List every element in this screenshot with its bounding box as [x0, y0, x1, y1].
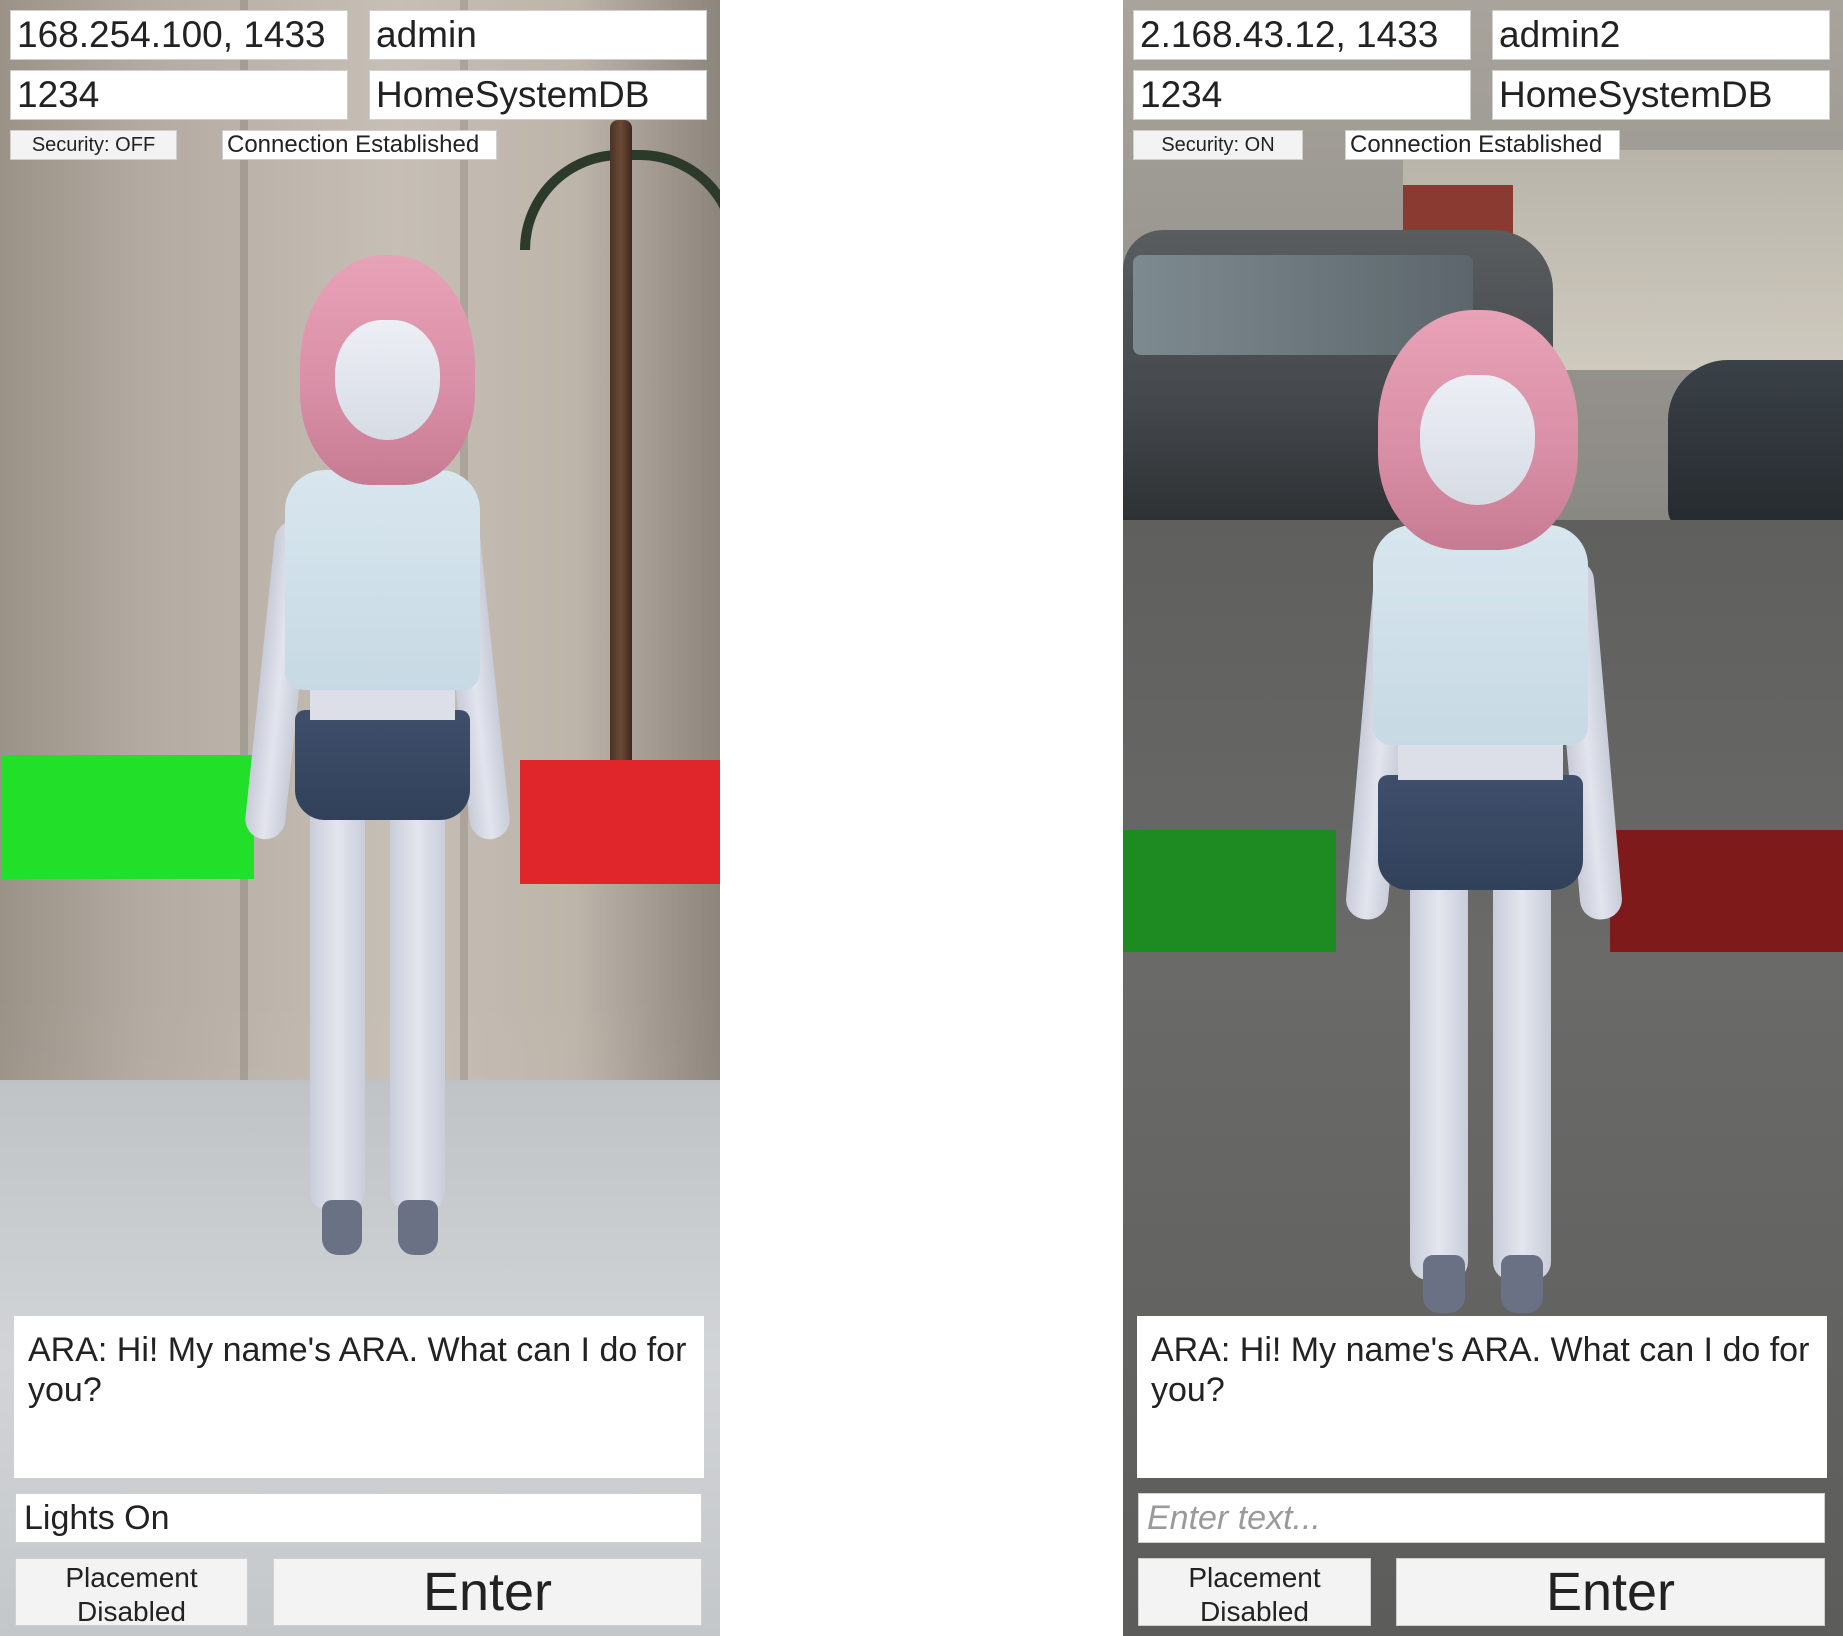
green-ar-panel[interactable]: [1123, 830, 1336, 952]
screenshot-stage: 168.254.100, 1433 admin 1234 HomeSystemD…: [0, 0, 1843, 1636]
database-field[interactable]: HomeSystemDB: [369, 70, 707, 120]
placement-toggle-button[interactable]: Placement Disabled: [1138, 1558, 1371, 1627]
chat-log: ARA: Hi! My name's ARA. What can I do fo…: [1137, 1316, 1827, 1478]
enter-button[interactable]: Enter: [1396, 1558, 1825, 1626]
server-address-field[interactable]: 2.168.43.12, 1433: [1133, 10, 1471, 60]
red-ar-panel[interactable]: [520, 760, 720, 884]
red-ar-panel[interactable]: [1610, 830, 1843, 952]
placement-toggle-button[interactable]: Placement Disabled: [15, 1558, 248, 1627]
password-field[interactable]: 1234: [10, 70, 348, 120]
database-field[interactable]: HomeSystemDB: [1492, 70, 1830, 120]
connection-status-label: Connection Established: [222, 130, 497, 160]
security-toggle-button[interactable]: Security: OFF: [10, 130, 177, 160]
ar-view-right: 2.168.43.12, 1433 admin2 1234 HomeSystem…: [1123, 0, 1843, 1636]
ar-view-left: 168.254.100, 1433 admin 1234 HomeSystemD…: [0, 0, 720, 1636]
enter-button[interactable]: Enter: [273, 1558, 702, 1626]
password-field[interactable]: 1234: [1133, 70, 1471, 120]
username-field[interactable]: admin2: [1492, 10, 1830, 60]
text-input[interactable]: Enter text...: [1138, 1493, 1825, 1543]
username-field[interactable]: admin: [369, 10, 707, 60]
connection-status-label: Connection Established: [1345, 130, 1620, 160]
parked-car-decor: [1668, 360, 1843, 530]
chat-log: ARA: Hi! My name's ARA. What can I do fo…: [14, 1316, 704, 1478]
security-toggle-button[interactable]: Security: ON: [1133, 130, 1303, 160]
server-address-field[interactable]: 168.254.100, 1433: [10, 10, 348, 60]
text-input[interactable]: Lights On: [15, 1493, 702, 1543]
green-ar-panel[interactable]: [2, 755, 254, 879]
